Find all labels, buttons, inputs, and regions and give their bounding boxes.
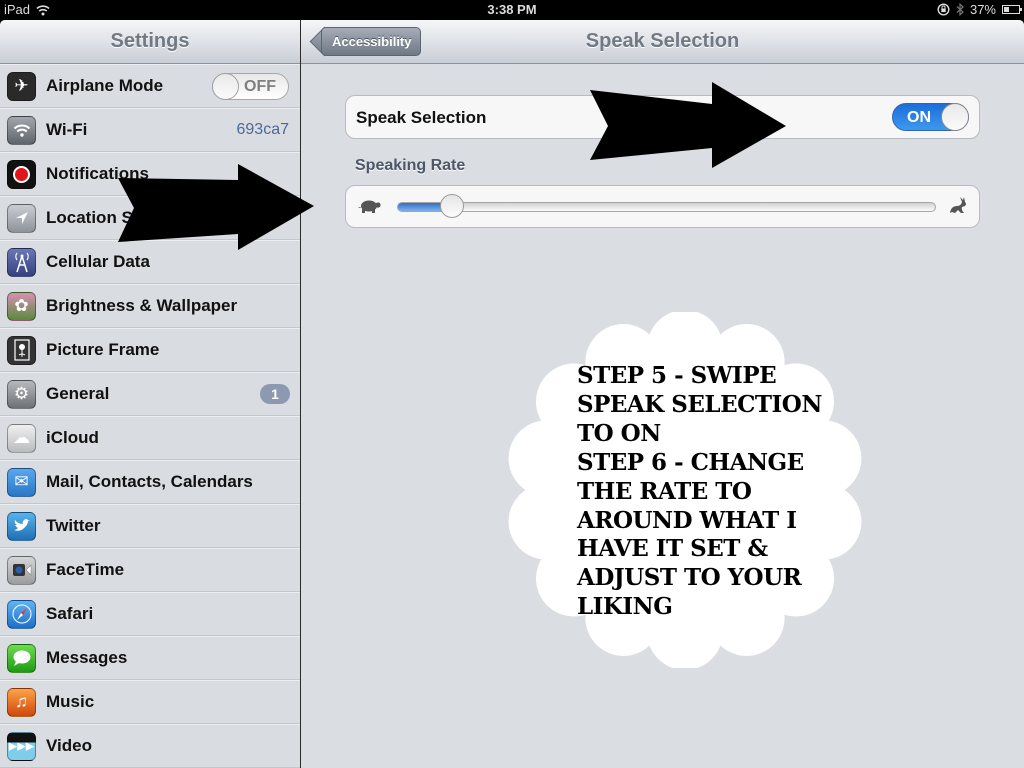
settings-sidebar: Settings ✈ Airplane Mode OFF Wi-Fi 693ca… [0, 20, 300, 768]
wifi-network-name: 693ca7 [236, 121, 290, 138]
location-icon [7, 203, 36, 233]
instruction-line: THE RATE TO [577, 477, 752, 505]
sidebar-item-icloud[interactable]: ☁ iCloud [0, 416, 300, 460]
instruction-line: ADJUST TO YOUR [577, 564, 802, 592]
icloud-icon: ☁ [7, 423, 36, 453]
sidebar-title: Settings [0, 20, 300, 64]
rabbit-icon [950, 197, 966, 213]
sidebar-item-music[interactable]: ♫ Music [0, 680, 300, 724]
mail-icon: ✉ [7, 467, 36, 497]
toggle-state: OFF [244, 77, 276, 95]
sidebar-item-label: Music [46, 692, 95, 711]
instruction-line: AROUND WHAT I [577, 506, 797, 534]
sidebar-item-label: FaceTime [46, 560, 125, 579]
sidebar-item-label: iCloud [46, 428, 99, 447]
sidebar-item-label: Airplane Mode [46, 76, 164, 95]
sidebar-item-label: Brightness & Wallpaper [46, 296, 238, 315]
sidebar-item-picture-frame[interactable]: Picture Frame [0, 328, 300, 372]
sidebar-item-brightness-wallpaper[interactable]: ✿ Brightness & Wallpaper [0, 284, 300, 328]
picture-frame-icon [7, 335, 36, 365]
back-button-label: Accessibility [332, 34, 412, 49]
instruction-line: STEP 5 - SWIPE [577, 362, 777, 389]
status-bar: iPad 3:38 PM 37% [0, 0, 1024, 20]
sidebar-item-twitter[interactable]: Twitter [0, 504, 300, 548]
speaking-rate-slider[interactable] [397, 194, 936, 218]
instruction-line: HAVE IT SET & [577, 535, 768, 563]
sidebar-item-facetime[interactable]: FaceTime [0, 548, 300, 592]
rotation-lock-icon [937, 3, 950, 16]
toggle-knob [212, 72, 239, 100]
messages-icon [7, 643, 36, 673]
airplane-icon: ✈ [7, 71, 36, 101]
instruction-line: TO ON [577, 419, 661, 447]
instruction-line: LIKING [577, 593, 673, 621]
sidebar-item-messages[interactable]: Messages [0, 636, 300, 680]
speaking-rate-row [345, 185, 980, 228]
battery-icon [1002, 5, 1022, 14]
toggle-state: ON [907, 109, 931, 126]
navigation-bar: Accessibility Speak Selection [301, 20, 1024, 64]
wifi-icon [7, 115, 36, 145]
instruction-line: SPEAK SELECTION [577, 390, 822, 418]
sidebar-item-label: Messages [46, 648, 128, 667]
turtle-icon [358, 200, 381, 213]
slider-thumb[interactable] [439, 194, 464, 218]
bluetooth-icon [956, 3, 964, 16]
facetime-icon [7, 555, 36, 585]
sidebar-item-label: Cellular Data [46, 252, 150, 271]
update-count-badge: 1 [260, 384, 290, 404]
sidebar-item-label: Picture Frame [46, 340, 160, 359]
back-button[interactable]: Accessibility [321, 27, 421, 56]
annotation-arrow-to-toggle [590, 82, 786, 168]
sidebar-item-label: General [46, 384, 110, 403]
speak-selection-toggle[interactable]: ON [892, 103, 969, 131]
battery-percent: 37% [969, 2, 996, 17]
brightness-icon: ✿ [7, 291, 36, 321]
notifications-icon [7, 159, 36, 189]
sidebar-item-label: Twitter [46, 516, 101, 535]
sidebar-item-label: Mail, Contacts, Calendars [46, 472, 253, 491]
gear-icon: ⚙ [7, 379, 36, 409]
sidebar-item-general[interactable]: ⚙ General 1 [0, 372, 300, 416]
speaking-rate-header: Speaking Rate [355, 157, 466, 174]
annotation-arrow-to-slider [118, 164, 314, 250]
sidebar-item-airplane-mode[interactable]: ✈ Airplane Mode OFF [0, 64, 300, 108]
safari-icon [7, 599, 36, 629]
sidebar-item-mail-contacts-calendars[interactable]: ✉ Mail, Contacts, Calendars [0, 460, 300, 504]
sidebar-item-label: Wi-Fi [46, 120, 88, 139]
cellular-icon [7, 247, 36, 277]
sidebar-item-safari[interactable]: Safari [0, 592, 300, 636]
clock: 3:38 PM [487, 2, 537, 17]
step-instructions: STEP 5 - SWIPE SPEAK SELECTION TO ON STE… [577, 362, 847, 622]
sidebar-item-wifi[interactable]: Wi-Fi 693ca7 [0, 108, 300, 152]
music-icon: ♫ [7, 687, 36, 717]
sidebar-item-video[interactable]: ▸▸▸ Video [0, 724, 300, 768]
toggle-knob [941, 103, 969, 131]
twitter-icon [7, 511, 36, 541]
sidebar-item-label: Video [46, 736, 92, 755]
speak-selection-label: Speak Selection [356, 108, 487, 127]
airplane-mode-toggle[interactable]: OFF [212, 72, 289, 100]
instruction-line: STEP 6 - CHANGE [577, 448, 804, 476]
sidebar-item-label: Safari [46, 604, 94, 623]
video-icon: ▸▸▸ [7, 731, 36, 761]
